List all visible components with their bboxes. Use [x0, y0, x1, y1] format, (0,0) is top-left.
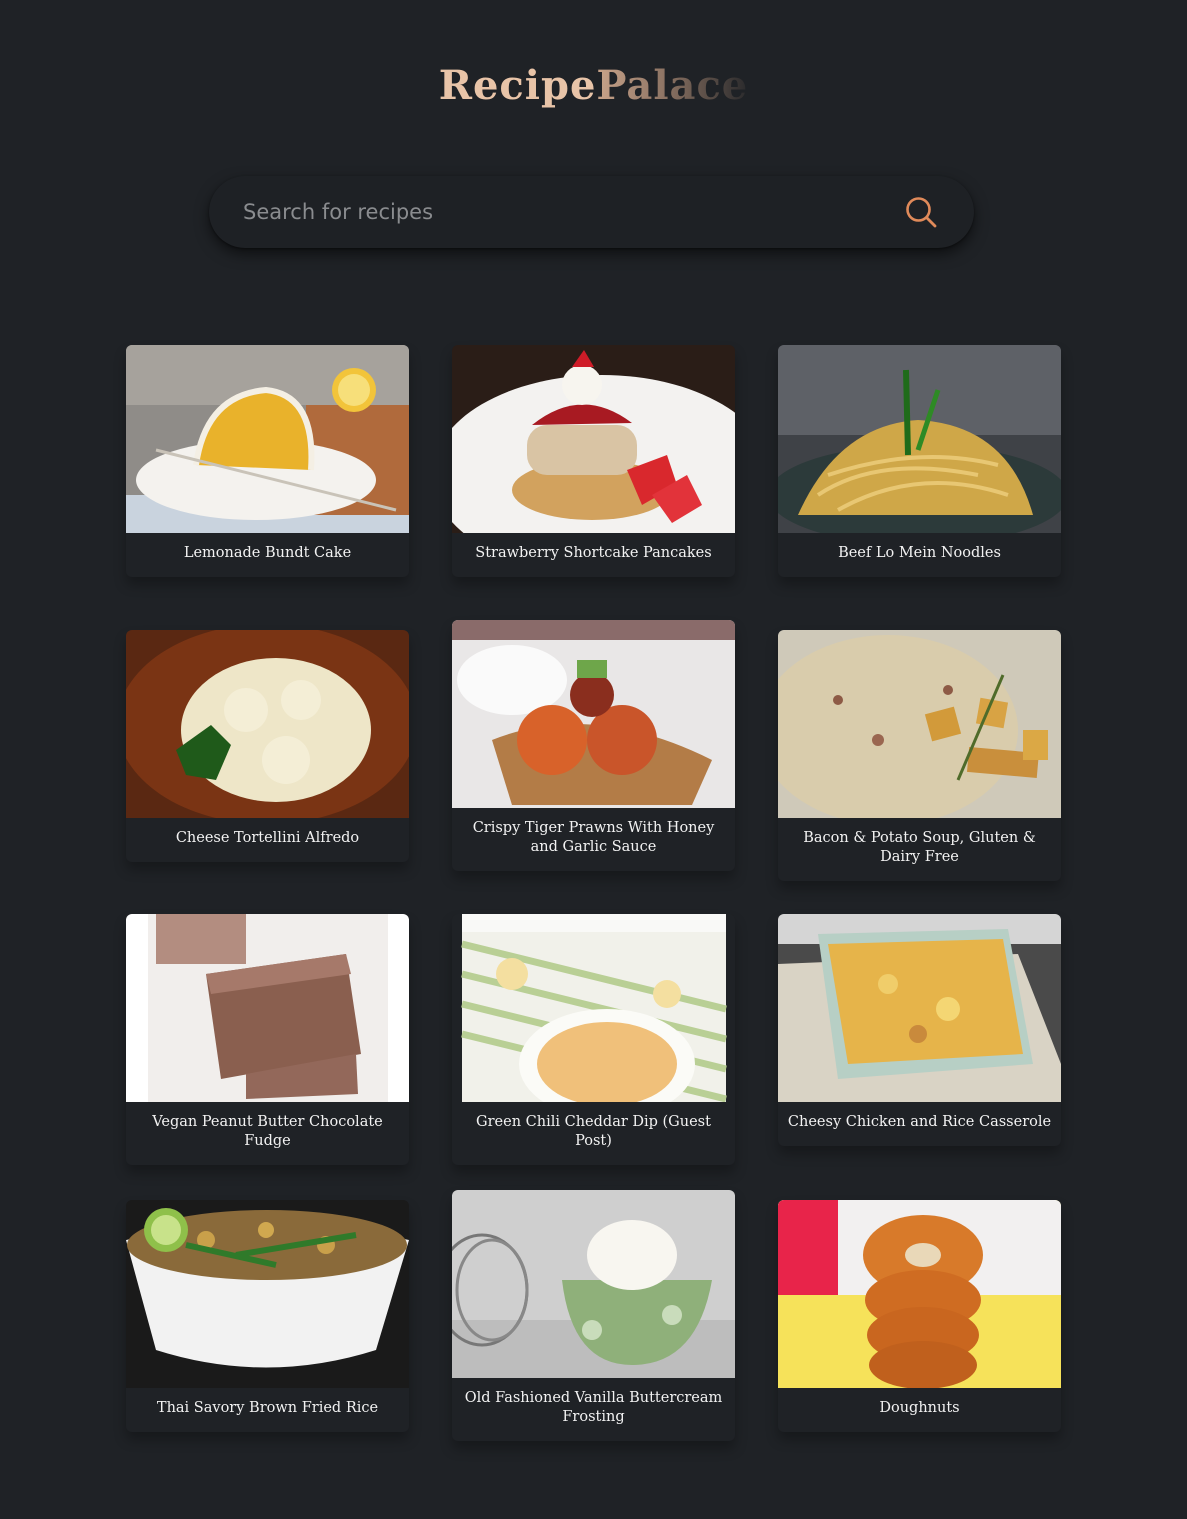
recipe-image	[452, 345, 735, 533]
recipe-image	[126, 345, 409, 533]
recipe-card[interactable]: Beef Lo Mein Noodles	[778, 345, 1061, 577]
recipe-card[interactable]: Thai Savory Brown Fried Rice	[126, 1200, 409, 1432]
recipe-image	[126, 1200, 409, 1388]
recipe-card[interactable]: Doughnuts	[778, 1200, 1061, 1432]
recipe-title: Thai Savory Brown Fried Rice	[156, 1400, 379, 1416]
recipe-title: Lemonade Bundt Cake	[183, 545, 352, 561]
recipe-title: Strawberry Shortcake Pancakes	[475, 545, 712, 561]
recipe-title: Vegan Peanut Butter Chocolate Fudge	[152, 1114, 383, 1149]
recipe-image	[778, 1200, 1061, 1388]
recipe-card[interactable]: Old Fashioned Vanilla Buttercream Frosti…	[452, 1190, 735, 1441]
recipe-image	[452, 914, 735, 1102]
recipe-card[interactable]: Strawberry Shortcake Pancakes	[452, 345, 735, 577]
recipe-title: Old Fashioned Vanilla Buttercream Frosti…	[464, 1390, 723, 1425]
recipe-title: Green Chili Cheddar Dip (Guest Post)	[476, 1114, 711, 1149]
recipe-card[interactable]: Green Chili Cheddar Dip (Guest Post)	[452, 914, 735, 1165]
recipe-card[interactable]: Vegan Peanut Butter Chocolate Fudge	[126, 914, 409, 1165]
recipe-grid: Lemonade Bundt Cake Strawberry Shortcake…	[0, 0, 1187, 1519]
recipe-image	[778, 345, 1061, 533]
recipe-card[interactable]: Lemonade Bundt Cake	[126, 345, 409, 577]
recipe-title: Cheesy Chicken and Rice Casserole	[787, 1114, 1052, 1130]
recipe-image	[452, 620, 735, 808]
recipe-title: Doughnuts	[879, 1400, 960, 1416]
recipe-card[interactable]: Bacon & Potato Soup, Gluten & Dairy Free	[778, 630, 1061, 881]
recipe-image	[126, 630, 409, 818]
recipe-image	[778, 914, 1061, 1102]
recipe-title: Cheese Tortellini Alfredo	[175, 830, 360, 846]
recipe-title: Bacon & Potato Soup, Gluten & Dairy Free	[803, 830, 1036, 865]
recipe-image	[778, 630, 1061, 818]
recipe-card[interactable]: Cheese Tortellini Alfredo	[126, 630, 409, 862]
recipe-image	[126, 914, 409, 1102]
recipe-title: Crispy Tiger Prawns With Honey and Garli…	[472, 820, 715, 855]
recipe-card[interactable]: Crispy Tiger Prawns With Honey and Garli…	[452, 620, 735, 871]
recipe-title: Beef Lo Mein Noodles	[838, 545, 1001, 561]
recipe-image	[452, 1190, 735, 1378]
recipe-card[interactable]: Cheesy Chicken and Rice Casserole	[778, 914, 1061, 1146]
